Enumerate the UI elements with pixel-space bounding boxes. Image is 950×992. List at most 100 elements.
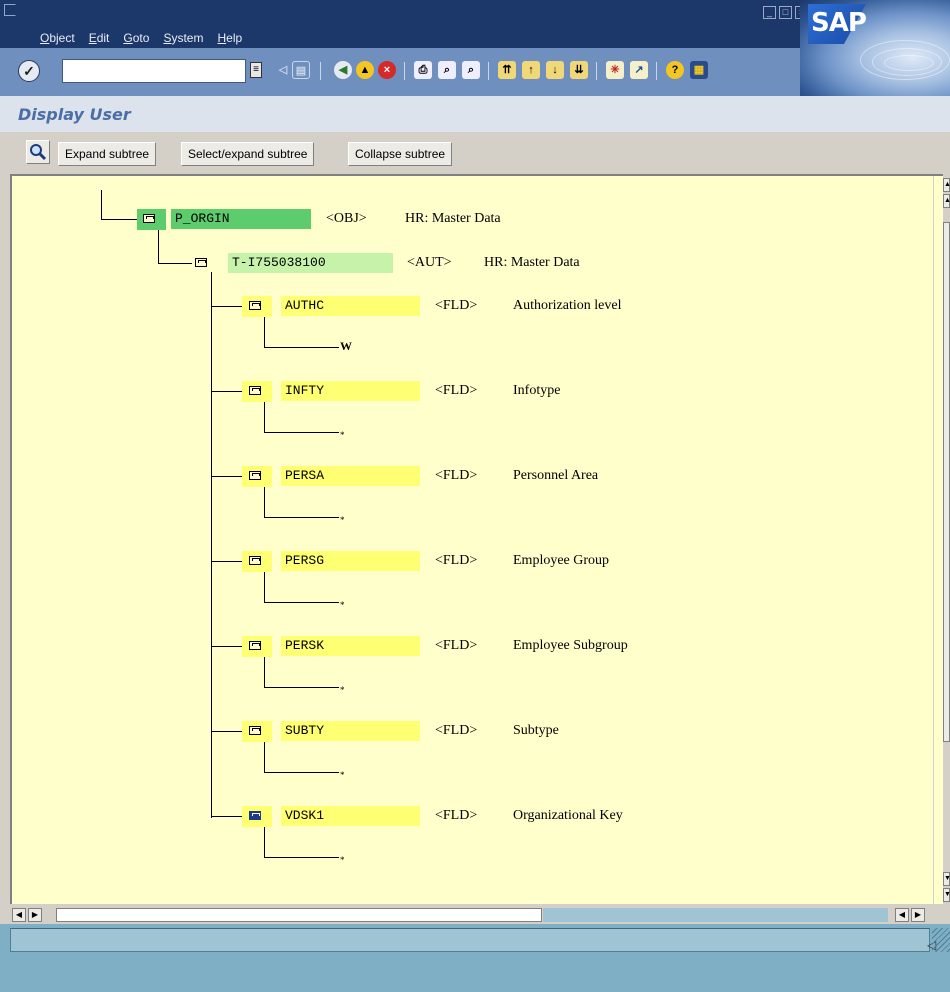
tree-connector xyxy=(264,827,265,857)
find-next-icon[interactable]: ⌕ xyxy=(462,61,480,79)
system-menu-icon[interactable] xyxy=(4,4,16,16)
tree-connector xyxy=(211,306,244,307)
command-history-icon[interactable]: ≡ xyxy=(250,62,262,78)
back-icon[interactable]: ◀ xyxy=(334,61,352,79)
scroll-left-end-icon[interactable]: ◀ xyxy=(895,908,909,922)
node-type: <FLD> xyxy=(435,298,478,313)
page-up-icon[interactable]: ▲ xyxy=(943,194,950,208)
field-value[interactable]: * xyxy=(340,855,345,865)
status-message-field: ◁ xyxy=(10,928,936,952)
folder-icon xyxy=(249,386,261,395)
scroll-down-icon[interactable]: ▼ xyxy=(943,888,950,902)
scroll-up-icon[interactable]: ▲ xyxy=(943,178,950,192)
node-description: Personnel Area xyxy=(513,468,599,483)
tree-connector xyxy=(264,602,339,603)
node-description: Employee Subgroup xyxy=(513,638,628,653)
application-toolbar: Expand subtree Select/expand subtree Col… xyxy=(0,132,950,174)
enter-icon[interactable]: ✓ xyxy=(18,60,40,82)
node-description: Infotype xyxy=(513,383,561,398)
vertical-scrollbar[interactable]: ▲ ▲ ▼ ▼ xyxy=(943,174,950,904)
sap-brand-text: SAP xyxy=(811,8,867,38)
scrollbar-thumb[interactable] xyxy=(943,222,950,742)
node-type: <FLD> xyxy=(435,638,478,653)
scroll-left-icon[interactable]: ◀ xyxy=(12,908,26,922)
field-value[interactable]: W xyxy=(340,339,352,354)
node-name: PERSK xyxy=(281,636,420,656)
scroll-right-end-icon[interactable]: ▶ xyxy=(911,908,925,922)
tree-connector xyxy=(211,391,244,392)
tree-connector xyxy=(264,572,265,602)
folder-icon xyxy=(249,641,261,650)
next-page-icon[interactable]: ↓ xyxy=(546,61,564,79)
node-description: Subtype xyxy=(513,723,559,738)
node-name: P_ORGIN xyxy=(171,209,311,229)
create-session-icon[interactable]: ✳ xyxy=(606,61,624,79)
shortcut-icon[interactable]: ↗ xyxy=(630,61,648,79)
tree-connector xyxy=(264,657,265,687)
node-name: PERSG xyxy=(281,551,420,571)
tree-connector xyxy=(264,517,339,518)
standard-toolbar: ✓ ≡ ◁ ▤ ◀ ▲ × ⎙ ⌕ ⌕ ⇈ ↑ ↓ ⇊ ✳ ↗ ? ▦ xyxy=(0,48,800,96)
folder-icon xyxy=(249,301,261,310)
status-bar: ◁ xyxy=(0,924,950,992)
field-value[interactable]: * xyxy=(340,685,345,695)
node-name: PERSA xyxy=(281,466,420,486)
collapse-subtree-button[interactable]: Collapse subtree xyxy=(348,142,453,166)
menu-system[interactable]: System xyxy=(163,31,203,45)
authorization-tree: P_ORGIN <OBJ> HR: Master Data T-I7550381… xyxy=(10,174,943,904)
tree-connector xyxy=(211,816,244,817)
tree-connector xyxy=(264,347,339,348)
menu-object[interactable]: Object xyxy=(40,31,75,45)
help-icon[interactable]: ? xyxy=(666,61,684,79)
node-description: HR: Master Data xyxy=(484,255,580,270)
exit-icon[interactable]: ▲ xyxy=(356,61,374,79)
back-arrow-icon[interactable]: ◁ xyxy=(274,61,292,79)
first-page-icon[interactable]: ⇈ xyxy=(498,61,516,79)
sap-logo: SAP xyxy=(800,0,950,96)
tree-connector xyxy=(264,687,339,688)
node-description: Employee Group xyxy=(513,553,610,568)
command-field[interactable] xyxy=(62,59,246,83)
folder-icon xyxy=(195,258,207,267)
folder-icon xyxy=(249,471,261,480)
field-value[interactable]: * xyxy=(340,430,345,440)
menu-edit[interactable]: Edit xyxy=(89,31,110,45)
print-icon[interactable]: ⎙ xyxy=(414,61,432,79)
layout-menu-icon[interactable]: ▦ xyxy=(690,61,708,79)
resize-grip-icon[interactable] xyxy=(932,928,950,952)
tree-connector xyxy=(211,561,244,562)
previous-page-icon[interactable]: ↑ xyxy=(522,61,540,79)
menu-bar: Object Edit Goto System Help xyxy=(40,31,242,45)
save-icon[interactable]: ▤ xyxy=(292,61,310,79)
node-name: SUBTY xyxy=(281,721,420,741)
node-description: Organizational Key xyxy=(513,808,623,823)
field-value[interactable]: * xyxy=(340,600,345,610)
find-icon[interactable]: ⌕ xyxy=(438,61,456,79)
node-description: Authorization level xyxy=(513,298,622,313)
cancel-icon[interactable]: × xyxy=(378,61,396,79)
node-name: VDSK1 xyxy=(281,806,420,826)
horizontal-scroll-track[interactable] xyxy=(543,908,888,922)
scroll-right-icon[interactable]: ▶ xyxy=(28,908,42,922)
node-type: <FLD> xyxy=(435,553,478,568)
select-expand-subtree-button[interactable]: Select/expand subtree xyxy=(181,142,315,166)
search-icon[interactable] xyxy=(26,140,50,164)
node-type: <AUT> xyxy=(407,255,452,270)
field-value[interactable]: * xyxy=(340,770,345,780)
horizontal-scroll-thumb[interactable] xyxy=(56,908,542,922)
tree-connector xyxy=(264,487,265,517)
field-value[interactable]: * xyxy=(340,515,345,525)
tree-connector xyxy=(264,402,265,432)
menu-help[interactable]: Help xyxy=(217,31,242,45)
horizontal-scrollbar[interactable]: ◀ ▶ ◀ ▶ xyxy=(10,906,943,924)
last-page-icon[interactable]: ⇊ xyxy=(570,61,588,79)
expand-subtree-button[interactable]: Expand subtree xyxy=(58,142,157,166)
node-type: <FLD> xyxy=(435,723,478,738)
folder-icon xyxy=(249,556,261,565)
node-type: <FLD> xyxy=(435,808,478,823)
menu-goto[interactable]: Goto xyxy=(123,31,149,45)
page-down-icon[interactable]: ▼ xyxy=(943,872,950,886)
tree-connector xyxy=(264,857,339,858)
maximize-icon[interactable]: □ xyxy=(779,6,792,19)
minimize-icon[interactable]: _ xyxy=(763,6,776,19)
